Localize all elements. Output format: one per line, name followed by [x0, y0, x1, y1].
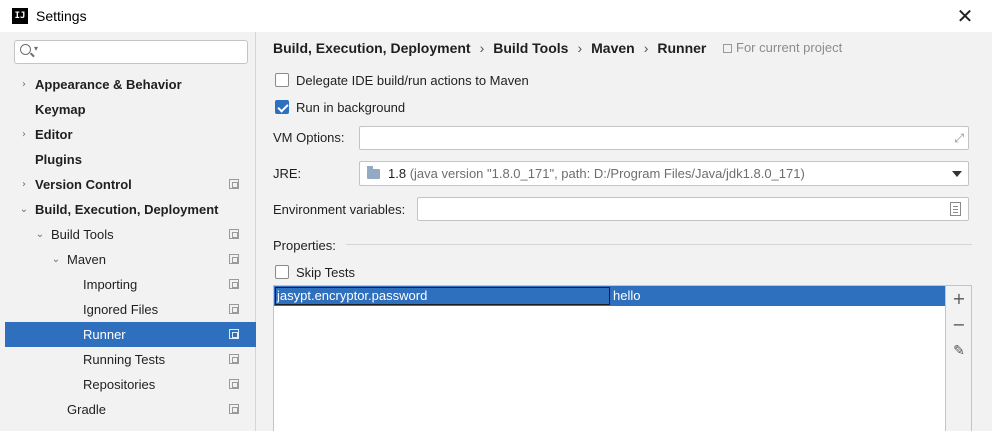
sidebar-item-label: Version Control: [35, 177, 132, 192]
vm-options-field[interactable]: ⤢: [359, 126, 969, 150]
project-scope-icon: [229, 304, 239, 314]
properties-label: Properties:: [273, 238, 336, 253]
chevron-down-icon[interactable]: [952, 171, 962, 177]
title-bar: IJ Settings ✕: [0, 0, 992, 32]
properties-toolbar: + − ✎: [946, 285, 972, 431]
sidebar-item-label: Editor: [35, 127, 73, 142]
search-icon: [20, 44, 31, 55]
skip-tests-label: Skip Tests: [296, 265, 356, 280]
add-property-button[interactable]: +: [950, 290, 968, 308]
breadcrumb: Build, Execution, Deployment › Build Tools…: [273, 38, 706, 58]
sidebar-item[interactable]: › Editor: [5, 122, 256, 147]
sidebar-item-label: Running Tests: [83, 352, 166, 367]
sidebar-item[interactable]: › Version Control: [5, 172, 256, 197]
chevron-down-icon[interactable]: ⌄: [35, 222, 45, 247]
search-input[interactable]: [43, 43, 243, 61]
settings-sidebar: ▾ › Appearance & Behavior Keymap › Editor Plu…: [0, 32, 256, 431]
intellij-icon: IJ: [12, 8, 28, 24]
sidebar-item-label: Runner: [83, 327, 126, 342]
breadcrumb-item: Runner: [657, 40, 707, 56]
chevron-right-icon[interactable]: ›: [19, 72, 29, 97]
env-vars-label: Environment variables:: [273, 202, 406, 217]
delegate-checkbox[interactable]: Delegate IDE build/run actions to Maven: [275, 72, 529, 90]
chevron-right-icon[interactable]: ›: [19, 122, 29, 147]
checkbox-box[interactable]: [275, 265, 289, 279]
breadcrumb-separator: ›: [577, 40, 583, 56]
breadcrumb-separator: ›: [479, 40, 485, 56]
skip-tests-checkbox[interactable]: Skip Tests: [275, 264, 355, 282]
sidebar-item[interactable]: Repositories: [5, 372, 256, 397]
checkbox-box[interactable]: [275, 100, 289, 114]
for-current-project-hint: For current project: [723, 38, 842, 58]
breadcrumb-separator: ›: [643, 40, 649, 56]
breadcrumb-item: Build Tools: [493, 40, 569, 56]
runner-settings-panel: Build, Execution, Deployment › Build Tools…: [257, 32, 992, 431]
project-scope-icon: [229, 329, 239, 339]
sidebar-item-label: Importing: [83, 277, 138, 292]
project-scope-icon: [229, 404, 239, 414]
chevron-down-icon[interactable]: ⌄: [51, 247, 61, 272]
sidebar-item[interactable]: Running Tests: [5, 347, 256, 372]
project-scope-icon: [229, 179, 239, 189]
delegate-label: Delegate IDE build/run actions to Maven: [296, 73, 529, 88]
sidebar-item[interactable]: Plugins: [5, 147, 256, 172]
sidebar-item-label: Keymap: [35, 102, 86, 117]
jre-select[interactable]: 1.8 (java version "1.8.0_171", path: D:/…: [359, 161, 969, 186]
sidebar-item-label: Repositories: [83, 377, 156, 392]
sidebar-item-label: Plugins: [35, 152, 82, 167]
sidebar-item-label: Build Tools: [51, 227, 114, 242]
sidebar-item[interactable]: ⌄ Build, Execution, Deployment: [5, 197, 256, 222]
sidebar-item-label: Appearance & Behavior: [35, 77, 182, 92]
sidebar-item[interactable]: ⌄ Build Tools: [5, 222, 256, 247]
sidebar-item[interactable]: Runner: [5, 322, 256, 347]
project-scope-icon: [229, 279, 239, 289]
jre-value: 1.8 (java version "1.8.0_171", path: D:/…: [388, 166, 805, 181]
sidebar-item-label: Gradle: [67, 402, 107, 417]
expand-icon[interactable]: ⤢: [954, 131, 964, 146]
window-title: Settings: [36, 8, 87, 24]
sidebar-item[interactable]: Ignored Files: [5, 297, 256, 322]
jre-label: JRE:: [273, 166, 302, 181]
sidebar-item[interactable]: › Appearance & Behavior: [5, 72, 256, 97]
sidebar-item[interactable]: Gradle: [5, 397, 256, 422]
remove-property-button[interactable]: −: [950, 316, 968, 334]
divider: [346, 244, 972, 245]
edit-property-button[interactable]: ✎: [950, 342, 968, 360]
property-key-cell[interactable]: jasypt.encryptor.password: [275, 287, 610, 305]
sidebar-item[interactable]: ⌄ Maven: [5, 247, 256, 272]
breadcrumb-item: Maven: [591, 40, 635, 56]
project-icon: [723, 44, 732, 53]
sidebar-item[interactable]: Keymap: [5, 97, 256, 122]
run-in-background-checkbox[interactable]: Run in background: [275, 99, 405, 117]
background-label: Run in background: [296, 100, 406, 115]
chevron-right-icon[interactable]: ›: [19, 172, 29, 197]
chevron-down-icon[interactable]: ⌄: [19, 197, 29, 222]
project-scope-icon: [229, 354, 239, 364]
project-scope-icon: [229, 379, 239, 389]
search-dropdown-icon[interactable]: ▾: [34, 44, 38, 53]
project-scope-icon: [229, 254, 239, 264]
sidebar-item[interactable]: Importing: [5, 272, 256, 297]
project-scope-icon: [229, 229, 239, 239]
vm-options-label: VM Options:: [273, 130, 345, 145]
sidebar-item-label: Ignored Files: [83, 302, 159, 317]
browse-icon[interactable]: [950, 202, 961, 216]
sidebar-item-label: Build, Execution, Deployment: [35, 202, 219, 217]
properties-table[interactable]: jasypt.encryptor.password hello: [273, 285, 946, 431]
checkbox-box[interactable]: [275, 73, 289, 87]
property-value-cell[interactable]: hello: [613, 286, 640, 306]
search-box[interactable]: ▾: [14, 40, 248, 64]
close-button[interactable]: ✕: [954, 5, 976, 27]
env-vars-field[interactable]: [417, 197, 969, 221]
breadcrumb-item: Build, Execution, Deployment: [273, 40, 471, 56]
table-row[interactable]: jasypt.encryptor.password hello: [274, 286, 945, 306]
folder-icon: [367, 166, 380, 179]
sidebar-item-label: Maven: [67, 252, 107, 267]
